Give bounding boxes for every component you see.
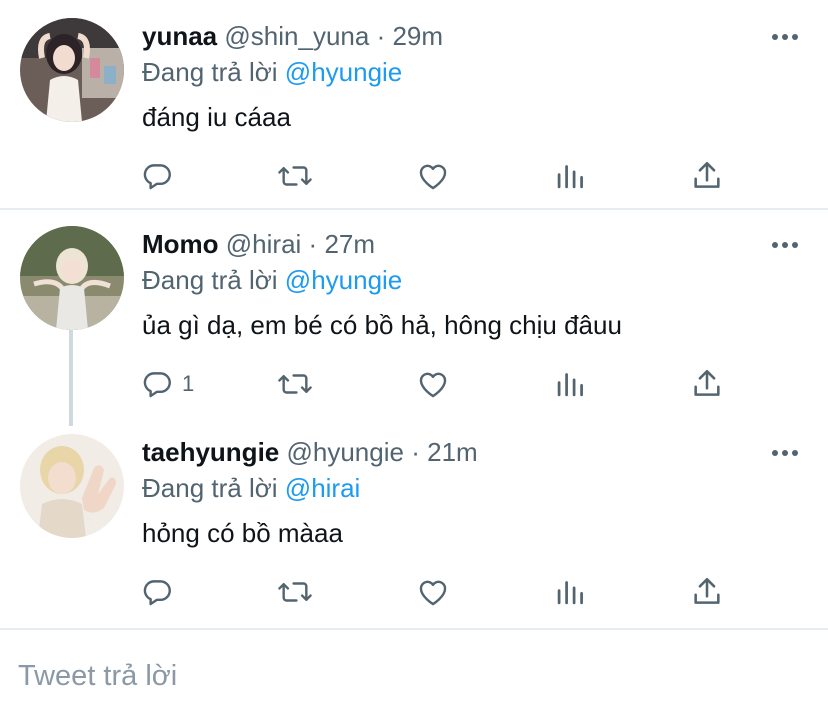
display-name[interactable]: taehyungie (142, 437, 279, 467)
analytics-button[interactable] (555, 156, 585, 196)
share-button[interactable] (690, 364, 724, 404)
reply-icon (143, 164, 171, 190)
more-icon[interactable] (772, 33, 798, 41)
reply-button[interactable]: 1 (140, 364, 194, 404)
tweet-actions (0, 156, 828, 196)
retweet-icon (278, 166, 312, 186)
share-icon (694, 161, 720, 188)
avatar-image (20, 18, 124, 122)
reply-input-placeholder[interactable]: Tweet trả lời (18, 660, 177, 693)
user-handle[interactable]: @hirai (226, 229, 302, 259)
analytics-icon (557, 581, 583, 605)
retweet-icon (278, 582, 312, 602)
timestamp[interactable]: 29m (392, 21, 443, 51)
mention-link[interactable]: @hyungie (285, 57, 402, 87)
tweet-text: ủa gì dạ, em bé có bồ hả, hông chịu đâuu (142, 310, 622, 340)
tweet-taehyungie[interactable]: taehyungie @hyungie · 21m Đang trả lời @… (0, 422, 828, 626)
avatar[interactable] (20, 434, 124, 538)
share-icon (694, 577, 720, 604)
reply-button[interactable] (140, 156, 182, 196)
tweet-actions: 1 (0, 364, 828, 404)
replying-to: Đang trả lời @hirai (142, 472, 360, 504)
like-button[interactable] (415, 572, 451, 612)
retweet-icon (278, 374, 312, 394)
analytics-button[interactable] (555, 364, 585, 404)
retweet-button[interactable] (276, 156, 314, 196)
like-icon (419, 580, 447, 606)
display-name[interactable]: yunaa (142, 21, 217, 51)
share-icon (694, 369, 720, 396)
like-button[interactable] (415, 156, 451, 196)
timestamp[interactable]: 27m (324, 229, 375, 259)
retweet-button[interactable] (276, 572, 314, 612)
share-button[interactable] (690, 156, 724, 196)
tweet-header: taehyungie @hyungie · 21m (142, 436, 478, 468)
tweet-text: hỏng có bồ màaa (142, 518, 343, 548)
tweet-text: đáng iu cáaa (142, 102, 291, 132)
more-icon[interactable] (772, 241, 798, 249)
retweet-button[interactable] (276, 364, 314, 404)
separator-dot: · (411, 437, 420, 467)
more-icon[interactable] (772, 449, 798, 457)
avatar[interactable] (20, 226, 124, 330)
avatar-image (20, 226, 124, 330)
tweet-header: yunaa @shin_yuna · 29m (142, 20, 443, 52)
like-icon (419, 372, 447, 398)
replying-prefix: Đang trả lời (142, 57, 278, 87)
mention-link[interactable]: @hirai (285, 473, 361, 503)
separator-dot: · (376, 21, 386, 51)
separator-dot: · (308, 229, 318, 259)
tweet-yunaa[interactable]: yunaa @shin_yuna · 29m Đang trả lời @hyu… (0, 0, 828, 208)
tweet-momo[interactable]: Momo @hirai · 27m Đang trả lời @hyungie … (0, 210, 828, 426)
avatar[interactable] (20, 18, 124, 122)
analytics-icon (557, 165, 583, 189)
share-button[interactable] (690, 572, 724, 612)
reply-count: 1 (182, 371, 195, 396)
replying-prefix: Đang trả lời (142, 265, 278, 295)
mention-link[interactable]: @hyungie (285, 265, 402, 295)
replying-to: Đang trả lời @hyungie (142, 56, 402, 88)
user-handle[interactable]: @shin_yuna (224, 21, 369, 51)
avatar-image (20, 434, 124, 538)
replying-to: Đang trả lời @hyungie (142, 264, 402, 296)
tweet-header: Momo @hirai · 27m (142, 228, 375, 260)
reply-icon (143, 372, 171, 398)
tweet-actions (0, 572, 828, 612)
user-handle[interactable]: @hyungie (286, 437, 403, 467)
reply-composer[interactable]: Tweet trả lời (0, 628, 828, 711)
replying-prefix: Đang trả lời (142, 473, 278, 503)
reply-button[interactable] (140, 572, 182, 612)
analytics-icon (557, 373, 583, 397)
reply-icon (143, 580, 171, 606)
like-button[interactable] (415, 364, 451, 404)
analytics-button[interactable] (555, 572, 585, 612)
timestamp[interactable]: 21m (427, 437, 478, 467)
display-name[interactable]: Momo (142, 229, 219, 259)
like-icon (419, 164, 447, 190)
